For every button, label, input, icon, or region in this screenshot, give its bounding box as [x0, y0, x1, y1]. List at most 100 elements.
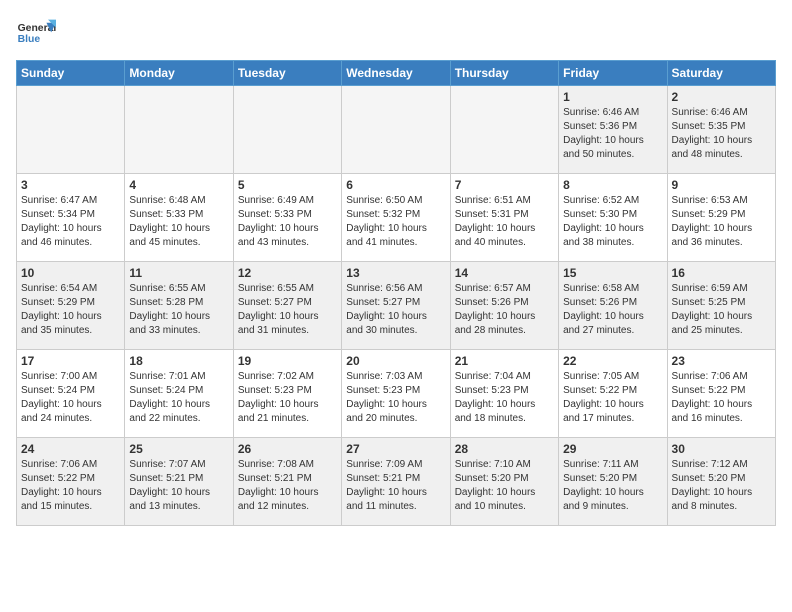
day-info: Sunrise: 7:08 AM Sunset: 5:21 PM Dayligh… — [238, 458, 337, 514]
calendar-cell — [342, 86, 450, 174]
day-number: 12 — [238, 266, 337, 280]
calendar-cell: 7 Sunrise: 6:51 AM Sunset: 5:31 PM Daylig… — [450, 174, 558, 262]
day-info: Sunrise: 6:57 AM Sunset: 5:26 PM Dayligh… — [455, 282, 554, 338]
day-number: 19 — [238, 354, 337, 368]
day-info: Sunrise: 6:46 AM Sunset: 5:35 PM Dayligh… — [672, 106, 771, 162]
logo-icon: General Blue — [16, 16, 56, 52]
weekday-header-saturday: Saturday — [667, 61, 775, 86]
day-info: Sunrise: 7:02 AM Sunset: 5:23 PM Dayligh… — [238, 370, 337, 426]
day-info: Sunrise: 6:55 AM Sunset: 5:28 PM Dayligh… — [129, 282, 228, 338]
calendar-cell: 3 Sunrise: 6:47 AM Sunset: 5:34 PM Daylig… — [17, 174, 125, 262]
day-number: 2 — [672, 90, 771, 104]
calendar-cell: 16 Sunrise: 6:59 AM Sunset: 5:25 PM Dayli… — [667, 262, 775, 350]
day-number: 23 — [672, 354, 771, 368]
calendar-week-5: 24 Sunrise: 7:06 AM Sunset: 5:22 PM Dayli… — [17, 438, 776, 526]
day-info: Sunrise: 7:00 AM Sunset: 5:24 PM Dayligh… — [21, 370, 120, 426]
day-info: Sunrise: 7:07 AM Sunset: 5:21 PM Dayligh… — [129, 458, 228, 514]
day-info: Sunrise: 6:54 AM Sunset: 5:29 PM Dayligh… — [21, 282, 120, 338]
day-info: Sunrise: 7:06 AM Sunset: 5:22 PM Dayligh… — [672, 370, 771, 426]
weekday-header-wednesday: Wednesday — [342, 61, 450, 86]
calendar-cell: 6 Sunrise: 6:50 AM Sunset: 5:32 PM Daylig… — [342, 174, 450, 262]
calendar-cell: 28Sunrise: 7:10 AM Sunset: 5:20 PM Dayli… — [450, 438, 558, 526]
calendar-cell: 14 Sunrise: 6:57 AM Sunset: 5:26 PM Dayli… — [450, 262, 558, 350]
day-number: 4 — [129, 178, 228, 192]
day-number: 26 — [238, 442, 337, 456]
day-info: Sunrise: 6:59 AM Sunset: 5:25 PM Dayligh… — [672, 282, 771, 338]
day-number: 25 — [129, 442, 228, 456]
day-info: Sunrise: 6:50 AM Sunset: 5:32 PM Dayligh… — [346, 194, 445, 250]
day-info: Sunrise: 7:06 AM Sunset: 5:22 PM Dayligh… — [21, 458, 120, 514]
calendar-header: SundayMondayTuesdayWednesdayThursdayFrid… — [17, 61, 776, 86]
weekday-header-thursday: Thursday — [450, 61, 558, 86]
day-number: 29 — [563, 442, 662, 456]
day-info: Sunrise: 6:52 AM Sunset: 5:30 PM Dayligh… — [563, 194, 662, 250]
day-number: 10 — [21, 266, 120, 280]
day-info: Sunrise: 7:05 AM Sunset: 5:22 PM Dayligh… — [563, 370, 662, 426]
day-info: Sunrise: 7:03 AM Sunset: 5:23 PM Dayligh… — [346, 370, 445, 426]
calendar-cell — [17, 86, 125, 174]
day-info: Sunrise: 6:47 AM Sunset: 5:34 PM Dayligh… — [21, 194, 120, 250]
calendar-cell: 30 Sunrise: 7:12 AM Sunset: 5:20 PM Dayli… — [667, 438, 775, 526]
calendar-cell: 8 Sunrise: 6:52 AM Sunset: 5:30 PM Daylig… — [559, 174, 667, 262]
day-info: Sunrise: 6:53 AM Sunset: 5:29 PM Dayligh… — [672, 194, 771, 250]
day-number: 5 — [238, 178, 337, 192]
day-number: 14 — [455, 266, 554, 280]
calendar-week-2: 3 Sunrise: 6:47 AM Sunset: 5:34 PM Daylig… — [17, 174, 776, 262]
svg-text:Blue: Blue — [18, 34, 41, 45]
day-info: Sunrise: 6:55 AM Sunset: 5:27 PM Dayligh… — [238, 282, 337, 338]
calendar-cell: 27 Sunrise: 7:09 AM Sunset: 5:21 PM Dayli… — [342, 438, 450, 526]
day-info: Sunrise: 6:58 AM Sunset: 5:26 PM Dayligh… — [563, 282, 662, 338]
calendar-cell — [233, 86, 341, 174]
calendar-cell: 21 Sunrise: 7:04 AM Sunset: 5:23 PM Dayli… — [450, 350, 558, 438]
weekday-header-friday: Friday — [559, 61, 667, 86]
day-number: 30 — [672, 442, 771, 456]
day-number: 21 — [455, 354, 554, 368]
day-number: 8 — [563, 178, 662, 192]
calendar-cell: 2 Sunrise: 6:46 AM Sunset: 5:35 PM Daylig… — [667, 86, 775, 174]
day-info: Sunrise: 7:10 AM Sunset: 5:20 PM Dayligh… — [455, 458, 554, 514]
day-info: Sunrise: 6:49 AM Sunset: 5:33 PM Dayligh… — [238, 194, 337, 250]
day-number: 17 — [21, 354, 120, 368]
day-info: Sunrise: 7:04 AM Sunset: 5:23 PM Dayligh… — [455, 370, 554, 426]
calendar-cell: 19 Sunrise: 7:02 AM Sunset: 5:23 PM Dayli… — [233, 350, 341, 438]
calendar-cell: 1 Sunrise: 6:46 AM Sunset: 5:36 PM Daylig… — [559, 86, 667, 174]
day-info: Sunrise: 7:11 AM Sunset: 5:20 PM Dayligh… — [563, 458, 662, 514]
calendar-cell: 4 Sunrise: 6:48 AM Sunset: 5:33 PM Daylig… — [125, 174, 233, 262]
day-number: 13 — [346, 266, 445, 280]
day-info: Sunrise: 6:46 AM Sunset: 5:36 PM Dayligh… — [563, 106, 662, 162]
day-info: Sunrise: 7:01 AM Sunset: 5:24 PM Dayligh… — [129, 370, 228, 426]
day-number: 3 — [21, 178, 120, 192]
day-number: 11 — [129, 266, 228, 280]
day-info: Sunrise: 6:48 AM Sunset: 5:33 PM Dayligh… — [129, 194, 228, 250]
calendar-cell: 5 Sunrise: 6:49 AM Sunset: 5:33 PM Daylig… — [233, 174, 341, 262]
day-info: Sunrise: 7:12 AM Sunset: 5:20 PM Dayligh… — [672, 458, 771, 514]
day-number: 20 — [346, 354, 445, 368]
calendar-cell: 17 Sunrise: 7:00 AM Sunset: 5:24 PM Dayli… — [17, 350, 125, 438]
calendar-cell: 11 Sunrise: 6:55 AM Sunset: 5:28 PM Dayli… — [125, 262, 233, 350]
calendar-cell: 24 Sunrise: 7:06 AM Sunset: 5:22 PM Dayli… — [17, 438, 125, 526]
day-info: Sunrise: 6:56 AM Sunset: 5:27 PM Dayligh… — [346, 282, 445, 338]
calendar-cell — [450, 86, 558, 174]
weekday-header-tuesday: Tuesday — [233, 61, 341, 86]
day-number: 22 — [563, 354, 662, 368]
calendar-cell: 25 Sunrise: 7:07 AM Sunset: 5:21 PM Dayli… — [125, 438, 233, 526]
page-header: General Blue — [16, 16, 776, 52]
calendar-week-3: 10 Sunrise: 6:54 AM Sunset: 5:29 PM Dayli… — [17, 262, 776, 350]
calendar-cell: 13 Sunrise: 6:56 AM Sunset: 5:27 PM Dayli… — [342, 262, 450, 350]
day-number: 16 — [672, 266, 771, 280]
day-number: 7 — [455, 178, 554, 192]
day-number: 6 — [346, 178, 445, 192]
weekday-header-sunday: Sunday — [17, 61, 125, 86]
calendar-cell: 15Sunrise: 6:58 AM Sunset: 5:26 PM Dayli… — [559, 262, 667, 350]
day-number: 24 — [21, 442, 120, 456]
calendar-cell: 23 Sunrise: 7:06 AM Sunset: 5:22 PM Dayli… — [667, 350, 775, 438]
day-number: 1 — [563, 90, 662, 104]
day-number: 27 — [346, 442, 445, 456]
calendar-cell: 22 Sunrise: 7:05 AM Sunset: 5:22 PM Dayli… — [559, 350, 667, 438]
calendar-table: SundayMondayTuesdayWednesdayThursdayFrid… — [16, 60, 776, 526]
calendar-cell: 10 Sunrise: 6:54 AM Sunset: 5:29 PM Dayli… — [17, 262, 125, 350]
calendar-week-1: 1 Sunrise: 6:46 AM Sunset: 5:36 PM Daylig… — [17, 86, 776, 174]
day-info: Sunrise: 6:51 AM Sunset: 5:31 PM Dayligh… — [455, 194, 554, 250]
day-info: Sunrise: 7:09 AM Sunset: 5:21 PM Dayligh… — [346, 458, 445, 514]
calendar-week-4: 17 Sunrise: 7:00 AM Sunset: 5:24 PM Dayli… — [17, 350, 776, 438]
